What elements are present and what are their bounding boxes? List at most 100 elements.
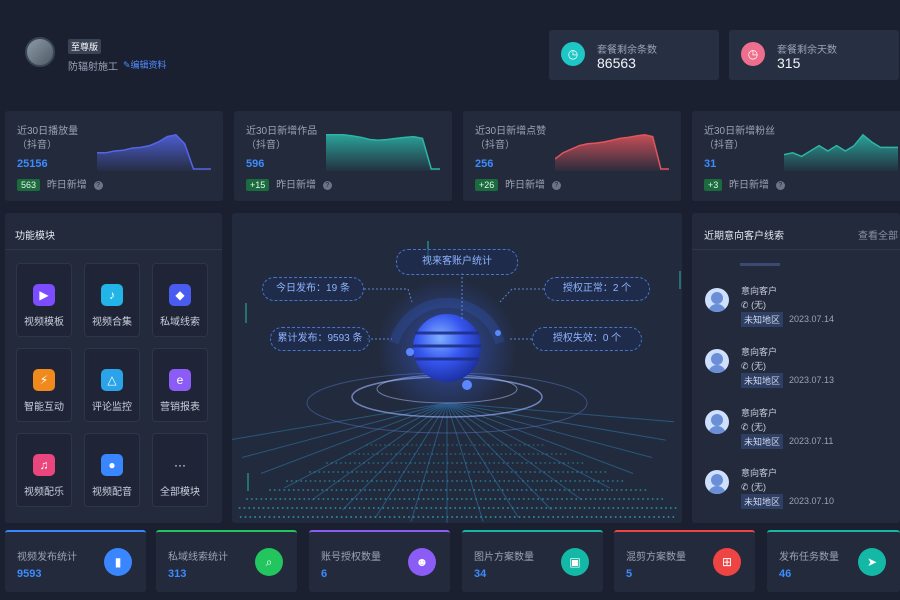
edit-profile-label: 编辑资料 [130,60,167,70]
search-icon: ⌕ [255,548,283,576]
summary-glyph: ⌕ [265,554,273,569]
stat-delta-row: 563 昨日新增 ? [17,176,103,191]
image-icon: ▣ [561,548,589,576]
lead-name: 意向客户 [741,468,778,478]
summary-value: 46 [779,568,792,580]
stat-delta-label: 昨日新增 [276,180,317,191]
module-tile[interactable]: ▶ 视频模板 [16,263,72,337]
module-tile[interactable]: e 营销报表 [152,348,208,422]
stat-delta-row: +15 昨日新增 ? [246,176,332,191]
module-tile[interactable]: △ 评论监控 [84,348,140,422]
scroll-clip [740,263,780,266]
auth-fail-pill: 授权失效：0 个 [532,327,642,351]
edit-profile-link[interactable]: ✎编辑资料 [123,58,167,71]
summary-value: 313 [168,568,187,580]
more-icon: ··· [169,454,191,476]
stat-title: 近30日新增粉丝（抖音） [704,126,776,151]
quota-value: 86563 [597,55,636,71]
module-label: 私域线索 [160,317,200,328]
lead-region: 未知地区 [741,312,784,327]
private-leads-icon: ◆ [169,284,191,306]
help-icon[interactable]: ? [775,180,785,190]
user-group-icon: ☻ [408,548,436,576]
lead-phone-row: ✆ (无) [741,298,766,311]
module-tile[interactable]: ♪ 视频合集 [84,263,140,337]
stat-trend-chart [97,133,211,171]
stat-delta-row: +26 昨日新增 ? [475,176,561,191]
grid-icon: ⊞ [713,548,741,576]
stat-title: 近30日新增点赞（抖音） [475,126,547,151]
smart-interaction-icon: ⚡ [33,369,55,391]
lead-item[interactable]: 意向客户 ✆ (无) 未知地区 2023.07.10 [705,466,875,522]
module-label: 智能互动 [24,402,64,413]
stat-trend-chart [326,134,440,171]
module-glyph: ◆ [175,288,185,302]
module-tile[interactable]: ● 视频配音 [84,433,140,507]
lead-phone-row: ✆ (无) [741,359,766,372]
stat-trend-chart [784,133,898,171]
module-tile[interactable]: ♫ 视频配乐 [16,433,72,507]
module-glyph: ● [108,458,116,472]
video-dubbing-icon: ● [101,454,123,476]
customer-avatar-icon [705,410,729,434]
lead-name: 意向客户 [741,347,778,357]
module-glyph: ▶ [39,288,49,302]
module-label: 评论监控 [92,402,132,413]
stat-value: 25156 [17,158,48,170]
customer-avatar-icon [705,288,729,312]
summary-title: 发布任务数量 [779,552,839,563]
video-music-icon: ♫ [33,454,55,476]
help-icon[interactable]: ? [93,180,103,190]
lead-phone: (无) [751,482,767,492]
summary-glyph: ▮ [114,555,122,569]
lead-region: 未知地区 [741,373,784,388]
module-glyph: e [176,373,184,387]
summary-card: 混剪方案数量 5 ⊞ [614,530,755,592]
module-tile[interactable]: ◆ 私域线索 [152,263,208,337]
modules-panel: 功能模块 ▶ 视频模板 ♪ 视频合集 ◆ 私域线索 ⚡ 智能互动 △ 评论监控 e 营销报表 ♫ 视频配乐… [5,213,222,523]
lead-phone-row: ✆ (无) [741,480,766,493]
summary-title: 混剪方案数量 [626,552,686,563]
help-icon[interactable]: ? [551,180,561,190]
lead-date: 2023.07.13 [789,375,835,385]
edit-icon: ✎ [123,60,131,70]
phone-icon: ✆ [741,482,749,492]
user-name: 防辐射施工 [68,62,118,73]
module-glyph: ··· [174,458,186,472]
stat-delta-label: 昨日新增 [729,180,770,191]
summary-title: 账号授权数量 [321,552,381,563]
summary-card: 私域线索统计 313 ⌕ [156,530,297,592]
lead-name: 意向客户 [741,286,778,296]
module-glyph: ⚡ [39,373,49,387]
summary-glyph: ☻ [415,555,429,569]
stat-card: 近30日播放量（抖音） 25156 563 昨日新增 ? [5,111,223,201]
comment-monitor-icon: △ [101,369,123,391]
summary-glyph: ⊞ [721,555,733,569]
stat-trend-chart [555,134,669,171]
view-all-link[interactable]: 查看全部 [858,227,898,242]
stat-title: 近30日播放量（抖音） [17,126,79,151]
avatar[interactable] [25,37,55,67]
trend-area [97,134,211,171]
divider [692,249,900,250]
lead-item[interactable]: 意向客户 ✆ (无) 未知地区 2023.07.11 [705,406,875,462]
help-icon[interactable]: ? [322,180,332,190]
trend-area [784,134,898,171]
module-glyph: ♫ [39,458,49,472]
summary-glyph: ➤ [866,555,878,569]
lead-name: 意向客户 [741,408,778,418]
customer-avatar-icon [705,470,729,494]
stat-title: 近30日新增作品（抖音） [246,126,318,151]
lead-item[interactable]: 意向客户 ✆ (无) 未知地区 2023.07.14 [705,284,875,340]
lead-phone: (无) [751,422,767,432]
stat-card: 近30日新增点赞（抖音） 256 +26 昨日新增 ? [463,111,681,201]
lead-item[interactable]: 意向客户 ✆ (无) 未知地区 2023.07.13 [705,345,875,401]
lead-phone-row: ✆ (无) [741,420,766,433]
divider [5,249,222,250]
module-tile[interactable]: ⚡ 智能互动 [16,348,72,422]
module-label: 全部模块 [160,487,200,498]
quota-label: 套餐剩余条数 [597,45,657,56]
module-tile[interactable]: ··· 全部模块 [152,433,208,507]
stat-card: 近30日新增粉丝（抖音） 31 +3 昨日新增 ? [692,111,900,201]
summary-card: 视频发布统计 9593 ▮ [5,530,146,592]
